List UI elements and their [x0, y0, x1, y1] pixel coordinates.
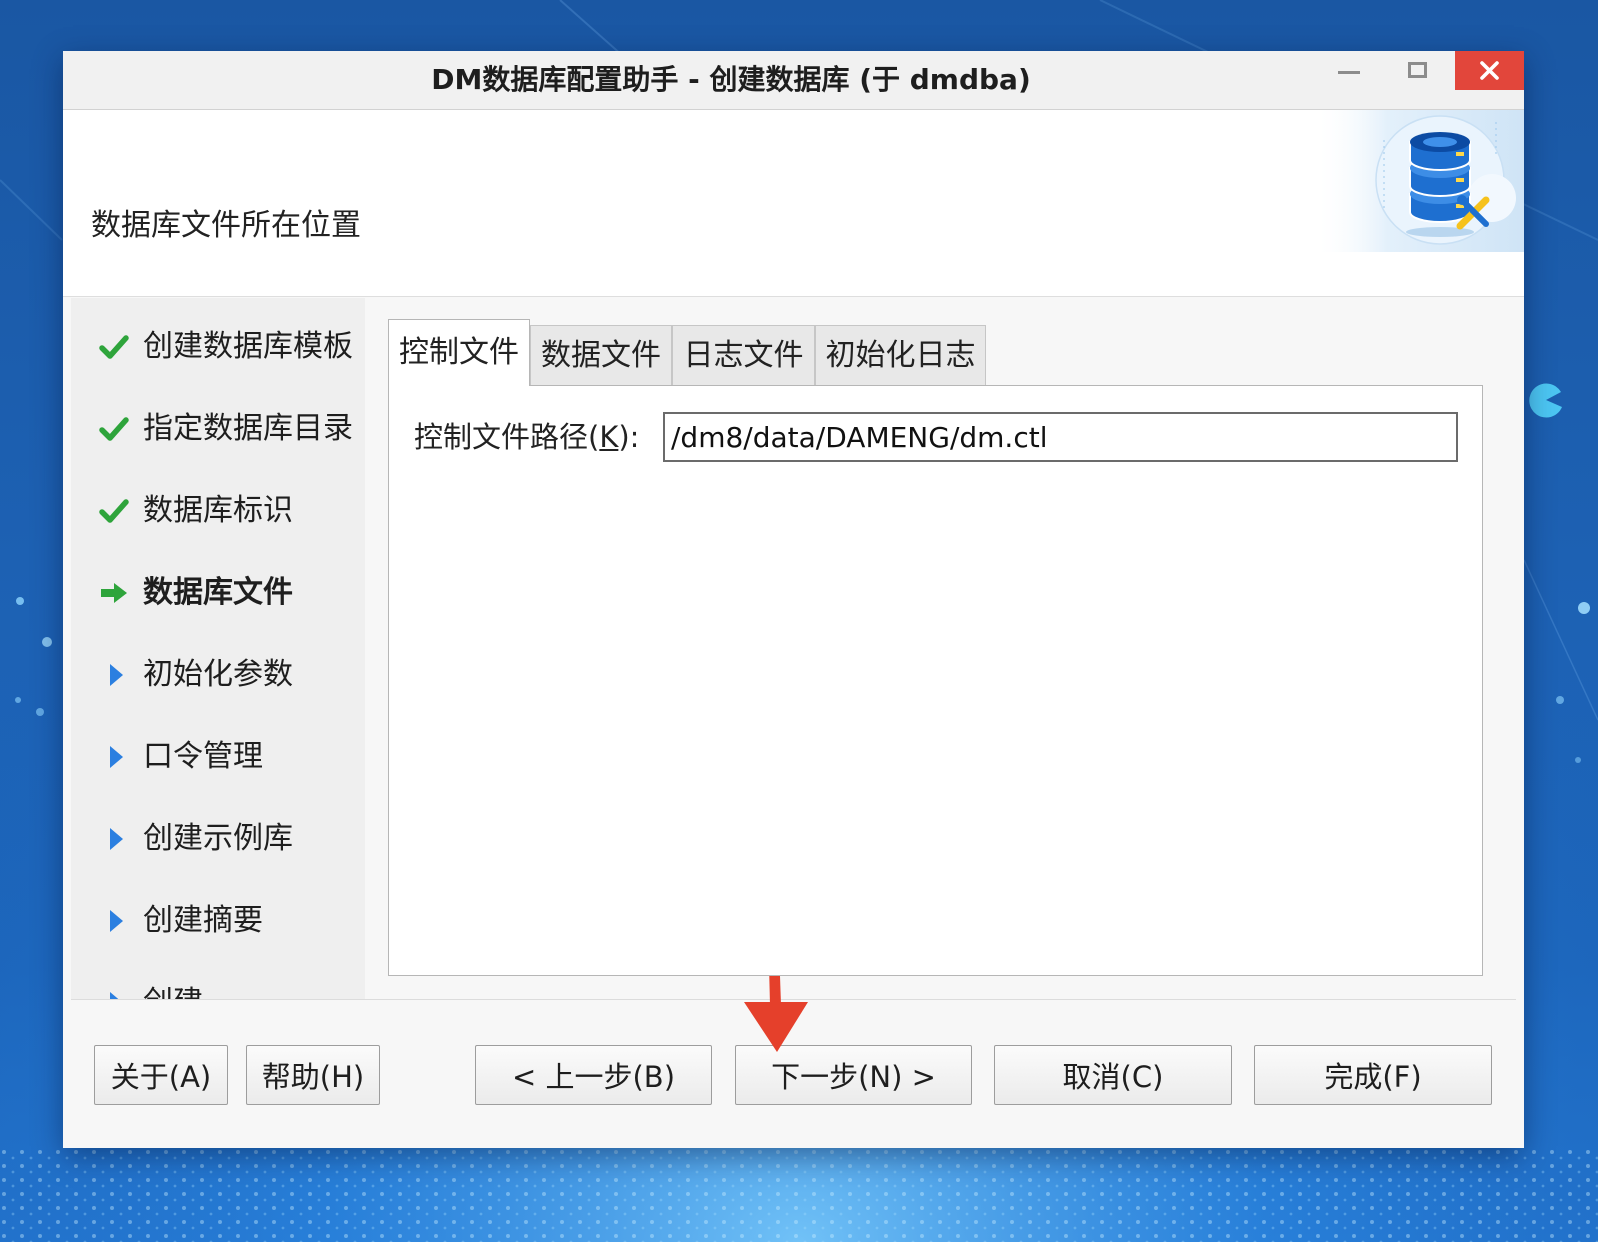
step-item-init-params: 初始化参数: [71, 634, 365, 716]
step-item-summary: 创建摘要: [71, 880, 365, 962]
window-title: DM数据库配置助手 - 创建数据库 (于 dmdba): [431, 63, 1031, 96]
step-item-database-files: 数据库文件: [71, 552, 365, 634]
title-bar[interactable]: DM数据库配置助手 - 创建数据库 (于 dmdba): [63, 51, 1524, 110]
about-button[interactable]: 关于(A): [94, 1045, 228, 1105]
control-file-path-input[interactable]: [663, 412, 1458, 462]
triangle-right-icon: [109, 991, 124, 999]
tab-init-log[interactable]: 初始化日志: [815, 325, 986, 385]
tab-data-file[interactable]: 数据文件: [530, 325, 672, 385]
database-config-icon: [1314, 110, 1524, 252]
footer-separator: [71, 999, 1516, 1000]
step-item-sample-db: 创建示例库: [71, 798, 365, 880]
finish-button[interactable]: 完成(F): [1254, 1045, 1492, 1105]
step-label: 创建: [143, 962, 203, 999]
step-label: 数据库文件: [143, 575, 293, 610]
minimize-button[interactable]: [1329, 51, 1369, 90]
next-button[interactable]: 下一步(N) >: [735, 1045, 972, 1105]
step-label: 数据库标识: [143, 493, 293, 528]
wizard-steps-sidebar: 创建数据库模板 指定数据库目录 数据库标识 数据库文件 初始化参数 口令管理 创…: [71, 298, 365, 999]
maximize-icon: [1408, 62, 1427, 78]
step-label: 创建示例库: [143, 821, 293, 856]
step-item-database-directory: 指定数据库目录: [71, 388, 365, 470]
tab-log-file[interactable]: 日志文件: [672, 325, 815, 385]
check-icon: [99, 334, 129, 360]
step-label: 创建摘要: [143, 903, 263, 938]
triangle-right-icon: [109, 827, 124, 851]
cancel-button[interactable]: 取消(C): [994, 1045, 1232, 1105]
wizard-header: 数据库文件所在位置: [63, 110, 1524, 297]
step-label: 创建数据库模板: [143, 329, 353, 364]
triangle-right-icon: [109, 909, 124, 933]
step-item-database-identity: 数据库标识: [71, 470, 365, 552]
step-item-create-template: 创建数据库模板: [71, 306, 365, 388]
arrow-right-icon: [100, 582, 128, 604]
check-icon: [99, 416, 129, 442]
triangle-right-icon: [109, 745, 124, 769]
tab-panel-control-file: 控制文件路径(K):: [388, 385, 1483, 976]
maximize-button[interactable]: [1398, 51, 1438, 90]
back-button[interactable]: < 上一步(B): [475, 1045, 712, 1105]
tab-control-file[interactable]: 控制文件: [388, 319, 530, 386]
label-text: ):: [618, 420, 640, 454]
help-button[interactable]: 帮助(H): [246, 1045, 380, 1105]
control-file-path-label: 控制文件路径(K):: [414, 417, 639, 457]
minimize-icon: [1338, 71, 1360, 74]
step-item-create: 创建: [71, 962, 365, 999]
check-icon: [99, 498, 129, 524]
label-text: 控制文件路径(: [414, 420, 600, 454]
wizard-window: DM数据库配置助手 - 创建数据库 (于 dmdba) 数据库文件所在位置 创建…: [63, 51, 1524, 1148]
step-label: 指定数据库目录: [143, 411, 353, 446]
page-title: 数据库文件所在位置: [91, 208, 361, 243]
step-label: 口令管理: [143, 739, 263, 774]
triangle-right-icon: [109, 663, 124, 687]
step-label: 初始化参数: [143, 657, 293, 692]
step-item-password: 口令管理: [71, 716, 365, 798]
close-button[interactable]: [1455, 51, 1524, 90]
label-mnemonic: K: [599, 420, 619, 454]
close-icon: [1480, 61, 1499, 80]
